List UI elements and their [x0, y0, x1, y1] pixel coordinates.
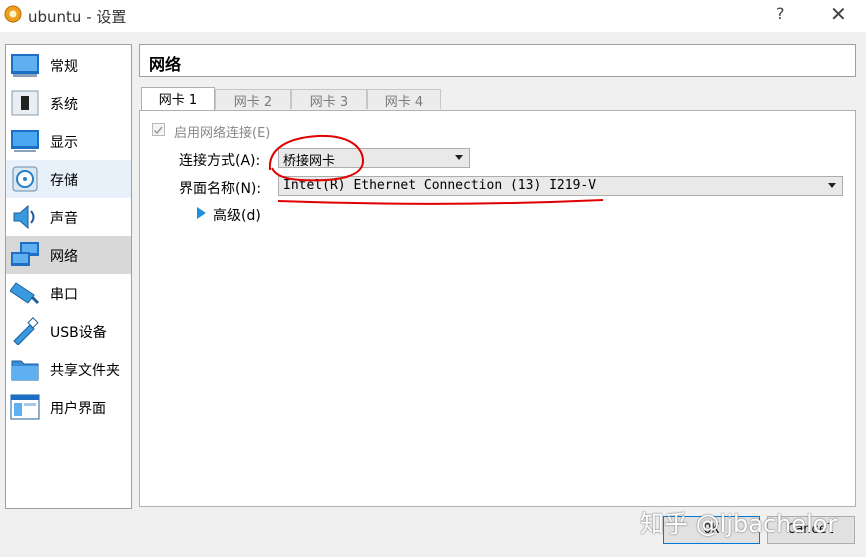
virtualbox-app-icon: [4, 5, 22, 23]
sidebar-item-label: 显示: [50, 135, 78, 151]
sidebar-item-user-interface[interactable]: 用户界面: [6, 388, 131, 426]
sidebar-item-storage[interactable]: 存储: [6, 160, 131, 198]
sidebar-item-label: 常规: [50, 59, 78, 75]
sidebar-item-label: 存储: [50, 173, 78, 189]
sidebar-item-label: 用户界面: [50, 401, 106, 417]
sidebar-item-label: 串口: [50, 287, 78, 303]
chevron-down-icon: [828, 183, 836, 188]
checkmark-icon: [153, 126, 163, 135]
sidebar-item-label: 声音: [50, 211, 78, 227]
attach-type-value: 桥接网卡: [283, 154, 336, 169]
page-header: 网络: [139, 44, 856, 77]
window-title: ubuntu - 设置: [28, 8, 127, 26]
settings-sidebar: 常规 系统 显示 存储 声音 网络 串口 USB设备 共享文件夹 用户界面: [5, 44, 132, 509]
sidebar-item-shared-folders[interactable]: 共享文件夹: [6, 350, 131, 388]
sidebar-item-general[interactable]: 常规: [6, 46, 131, 84]
sidebar-item-label: USB设备: [50, 325, 107, 341]
interface-name-label: 界面名称(N):: [179, 181, 262, 197]
network-icon: [11, 242, 39, 266]
attach-type-select[interactable]: 桥接网卡: [278, 148, 470, 169]
user-interface-icon: [10, 394, 40, 420]
tab-adapter-2[interactable]: 网卡 2: [215, 89, 291, 110]
sidebar-item-usb[interactable]: USB设备: [6, 312, 131, 350]
expand-arrow-icon[interactable]: [197, 207, 206, 219]
attach-type-label: 连接方式(A):: [179, 153, 261, 169]
sidebar-item-serial-port[interactable]: 串口: [6, 274, 131, 312]
page-title: 网络: [149, 55, 182, 74]
interface-name-value: Intel(R) Ethernet Connection (13) I219-V: [283, 178, 597, 193]
sidebar-item-label: 共享文件夹: [50, 363, 120, 379]
storage-icon: [12, 166, 38, 192]
sidebar-item-label: 网络: [50, 249, 78, 265]
advanced-toggle[interactable]: 高级(d): [213, 205, 261, 225]
sidebar-item-audio[interactable]: 声音: [6, 198, 131, 236]
close-icon[interactable]: ✕: [830, 2, 847, 26]
watermark: 知乎 @ljbachelor: [640, 510, 838, 538]
tab-adapter-3[interactable]: 网卡 3: [291, 89, 367, 110]
enable-network-label: 启用网络连接(E): [174, 126, 271, 141]
sidebar-item-display[interactable]: 显示: [6, 122, 131, 160]
system-icon: [11, 90, 39, 116]
tab-adapter-4[interactable]: 网卡 4: [367, 89, 441, 110]
audio-icon: [13, 204, 35, 230]
chevron-down-icon: [455, 155, 463, 160]
sidebar-item-label: 系统: [50, 97, 78, 113]
shared-folder-icon: [11, 360, 39, 381]
serial-port-icon: [10, 282, 40, 305]
interface-name-select[interactable]: Intel(R) Ethernet Connection (13) I219-V: [278, 176, 843, 196]
display-icon: [11, 130, 39, 152]
tab-adapter-1[interactable]: 网卡 1: [141, 87, 215, 110]
help-icon[interactable]: ?: [776, 4, 785, 23]
general-icon: [11, 54, 39, 77]
sidebar-item-system[interactable]: 系统: [6, 84, 131, 122]
usb-icon: [13, 317, 39, 345]
sidebar-item-network[interactable]: 网络: [6, 236, 131, 274]
title-bar: ubuntu - 设置 ? ✕: [0, 0, 866, 32]
enable-network-checkbox[interactable]: [152, 123, 165, 136]
